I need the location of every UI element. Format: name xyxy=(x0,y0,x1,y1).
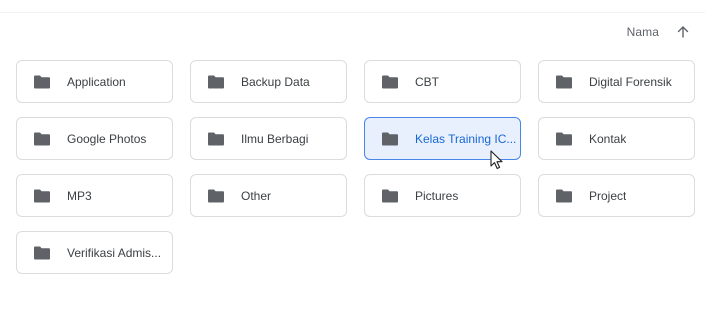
folder-name: Kontak xyxy=(589,131,627,146)
folder-grid: Application Backup Data CBT Digital Fore… xyxy=(16,60,695,274)
folder-name: Kelas Training IC... xyxy=(415,131,517,146)
folder-name: Google Photos xyxy=(67,131,147,146)
folder-item[interactable]: Pictures xyxy=(364,174,521,217)
folder-icon xyxy=(207,189,225,203)
folder-icon xyxy=(555,75,573,89)
folder-item[interactable]: Project xyxy=(538,174,695,217)
folder-icon xyxy=(33,75,51,89)
folder-item[interactable]: Ilmu Berbagi xyxy=(190,117,347,160)
folder-item[interactable]: Verifikasi Admis... xyxy=(16,231,173,274)
folder-icon xyxy=(33,189,51,203)
folder-item[interactable]: Backup Data xyxy=(190,60,347,103)
folder-icon xyxy=(207,75,225,89)
folder-name: Digital Forensik xyxy=(589,74,672,89)
folder-icon xyxy=(207,132,225,146)
folder-name: Ilmu Berbagi xyxy=(241,131,309,146)
folder-name: Project xyxy=(589,188,627,203)
folder-icon xyxy=(381,75,399,89)
folder-name: Application xyxy=(67,74,126,89)
folder-item[interactable]: Digital Forensik xyxy=(538,60,695,103)
folder-item[interactable]: Other xyxy=(190,174,347,217)
folder-icon xyxy=(555,189,573,203)
folder-item[interactable]: Kontak xyxy=(538,117,695,160)
folder-icon xyxy=(33,132,51,146)
folder-name: Verifikasi Admis... xyxy=(67,245,162,260)
folder-icon xyxy=(555,132,573,146)
folder-item[interactable]: Google Photos xyxy=(16,117,173,160)
folder-item[interactable]: MP3 xyxy=(16,174,173,217)
folder-icon xyxy=(33,246,51,260)
folder-icon xyxy=(381,189,399,203)
folder-item[interactable]: CBT xyxy=(364,60,521,103)
folder-name: Other xyxy=(241,188,272,203)
folder-name: Backup Data xyxy=(241,74,310,89)
folder-name: Pictures xyxy=(415,188,459,203)
folder-item-selected[interactable]: Kelas Training IC... xyxy=(364,117,521,160)
sort-bar: Nama xyxy=(627,22,693,42)
sort-by-name-button[interactable]: Nama xyxy=(627,25,659,39)
arrow-up-icon[interactable] xyxy=(673,22,693,42)
folder-item[interactable]: Application xyxy=(16,60,173,103)
folder-icon xyxy=(381,132,399,146)
folder-name: CBT xyxy=(415,74,439,89)
folder-name: MP3 xyxy=(67,188,92,203)
top-divider xyxy=(0,12,705,13)
